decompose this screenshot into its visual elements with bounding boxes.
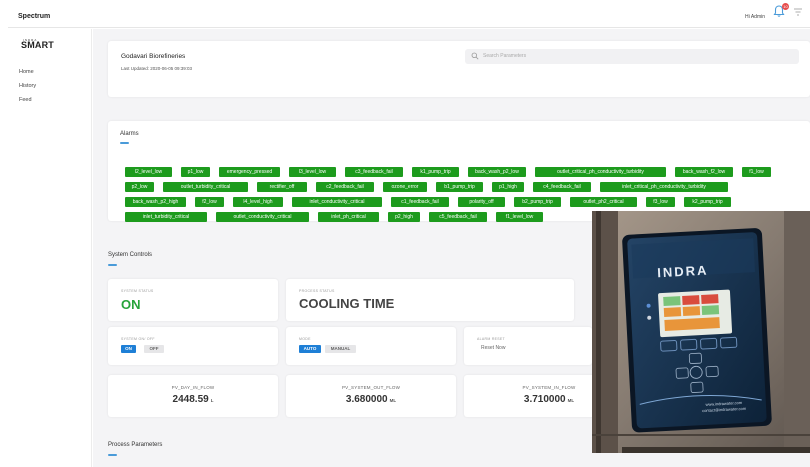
- mode-label: MODE: [299, 337, 311, 341]
- flow-label: PV_SYSTEM_OUT_FLOW: [341, 385, 401, 390]
- filter-icon[interactable]: [793, 7, 803, 17]
- alarm-chip[interactable]: back_wash_p2_high: [125, 197, 186, 207]
- alarm-chip[interactable]: inlet_critical_ph_conductivity_turbidity: [600, 182, 728, 192]
- process-parameters-title: Process Parameters: [108, 442, 163, 448]
- alarm-reset-label: ALARM RESET: [477, 337, 505, 341]
- sidebar-item-feed[interactable]: Feed: [19, 97, 32, 103]
- alarm-chip[interactable]: inlet_turbidity_critical: [125, 212, 207, 222]
- alarm-chip[interactable]: c4_feedback_fail: [533, 182, 591, 192]
- alarm-chip[interactable]: f1_low: [742, 167, 771, 177]
- alarm-chip[interactable]: k2_pump_trip: [684, 197, 731, 207]
- alarm-chip[interactable]: l2_level_low: [125, 167, 172, 177]
- alarm-chip[interactable]: b1_pump_trip: [436, 182, 483, 192]
- alarm-chip[interactable]: rectifier_off: [257, 182, 307, 192]
- system-controls-title: System Controls: [108, 252, 153, 258]
- flow-card-system-out: PV_SYSTEM_OUT_FLOW 3.680000 ML: [286, 375, 456, 417]
- system-status-value: ON: [121, 297, 141, 312]
- device-photo: INDRA www.indrawater.com contact@indrawa…: [592, 211, 810, 453]
- header-card: Godavari Biorefineries Last Updated: 202…: [108, 41, 810, 97]
- flow-value: 3.680000 ML: [345, 394, 397, 405]
- sidebar-item-home[interactable]: Home: [19, 69, 34, 75]
- alarms-title-underline: [120, 142, 129, 144]
- search-box[interactable]: Search Parameters: [465, 49, 799, 64]
- notification-badge: 10: [782, 3, 789, 10]
- alarm-chip[interactable]: c1_feedback_fail: [391, 197, 449, 207]
- alarm-chip[interactable]: p2_low: [125, 182, 154, 192]
- sidebar-item-history[interactable]: History: [19, 83, 36, 89]
- alarm-chip[interactable]: polarity_off: [458, 197, 505, 207]
- alarm-chip[interactable]: b2_pump_trip: [514, 197, 561, 207]
- system-status-label: SYSTEM STATUS: [121, 289, 154, 293]
- top-bar: Spectrum Hi Admin: [8, 6, 810, 28]
- alarm-chip[interactable]: outlet_turbidity_critical: [163, 182, 248, 192]
- alarms-card: Alarms l2_level_low p1_low emergency_press…: [108, 121, 810, 222]
- reset-now-button[interactable]: Reset Now: [481, 345, 505, 351]
- alarm-chip[interactable]: p1_high: [492, 182, 524, 192]
- system-onoff-card: SYSTEM ON/ OFF ON OFF: [108, 327, 278, 365]
- alarm-chip[interactable]: outlet_ph2_critical: [570, 197, 637, 207]
- alarm-reset-card: ALARM RESET Reset Now: [464, 327, 592, 365]
- alarm-chip[interactable]: outlet_conductivity_critical: [216, 212, 309, 222]
- process-status-label: PROCESS STATUS: [299, 289, 335, 293]
- last-updated: Last Updated: 2020-06-05 09:39:03: [121, 66, 193, 71]
- system-controls-underline: [108, 264, 117, 266]
- alarm-chip[interactable]: outlet_critical_ph_conductivity_turbidit…: [535, 167, 666, 177]
- alarms-title: Alarms: [120, 131, 139, 137]
- brand-name[interactable]: Spectrum: [18, 13, 50, 20]
- flow-card-day-in: PV_DAY_IN_FLOW 2448.59 L: [108, 375, 278, 417]
- alarm-chip[interactable]: f3_low: [646, 197, 675, 207]
- alarm-chip[interactable]: ozone_error: [383, 182, 427, 192]
- search-icon: [471, 52, 479, 60]
- system-off-button[interactable]: OFF: [144, 345, 164, 353]
- system-on-button[interactable]: ON: [121, 345, 136, 353]
- alarm-chip[interactable]: inlet_ph_critical: [318, 212, 379, 222]
- device-brand-text: INDRA: [657, 263, 709, 281]
- alarm-chip[interactable]: l4_level_high: [233, 197, 283, 207]
- alarm-chip[interactable]: f2_low: [195, 197, 224, 207]
- mode-card: MODE AUTO MANUAL: [286, 327, 456, 365]
- alarm-chip[interactable]: back_wash_f2_low: [675, 167, 733, 177]
- process-parameters-underline: [108, 454, 117, 456]
- alarm-chip[interactable]: c2_feedback_fail: [316, 182, 374, 192]
- flow-label: PV_DAY_IN_FLOW: [171, 385, 215, 390]
- alarm-chip[interactable]: k1_pump_trip: [412, 167, 459, 177]
- search-input[interactable]: Search Parameters: [483, 53, 526, 59]
- user-greeting[interactable]: Hi Admin: [745, 14, 765, 20]
- alarm-chip[interactable]: inlet_conductivity_critical: [292, 197, 382, 207]
- organization-name: Godavari Biorefineries: [121, 53, 186, 60]
- alarm-chip[interactable]: p1_low: [181, 167, 210, 177]
- flow-value: 2448.59 L: [172, 394, 214, 405]
- indra-device-illustration: INDRA www.indrawater.com contact@indrawa…: [592, 211, 810, 453]
- alarm-chip[interactable]: back_wash_p2_low: [468, 167, 526, 177]
- system-onoff-label: SYSTEM ON/ OFF: [121, 337, 155, 341]
- alarm-chip[interactable]: c3_feedback_fail: [345, 167, 403, 177]
- system-status-card: SYSTEM STATUS ON: [108, 279, 278, 321]
- process-status-card: PROCESS STATUS COOLING TIME: [286, 279, 574, 321]
- alarm-chip[interactable]: p2_high: [388, 212, 420, 222]
- alarm-chip[interactable]: c5_feedback_fail: [429, 212, 487, 222]
- alarm-chip[interactable]: emergency_pressed: [219, 167, 280, 177]
- alarm-chip[interactable]: f1_level_low: [496, 212, 543, 222]
- mode-auto-button[interactable]: AUTO: [299, 345, 321, 353]
- logo[interactable]: SMART: [21, 40, 54, 50]
- sidebar: INDRA SMART Home History Feed: [8, 29, 92, 467]
- process-status-value: COOLING TIME: [299, 296, 395, 311]
- mode-manual-button[interactable]: MANUAL: [325, 345, 356, 353]
- alarm-chip[interactable]: l3_level_low: [289, 167, 336, 177]
